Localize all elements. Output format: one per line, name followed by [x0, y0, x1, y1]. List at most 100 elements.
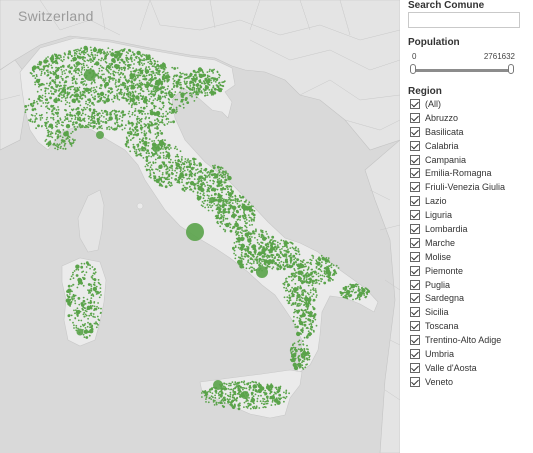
comune-dot[interactable]: [243, 401, 246, 404]
comune-dot[interactable]: [251, 244, 257, 249]
comune-dot[interactable]: [125, 54, 128, 57]
comune-dot[interactable]: [211, 209, 214, 212]
comune-dot[interactable]: [242, 230, 245, 233]
comune-dot[interactable]: [148, 129, 152, 133]
comune-dot[interactable]: [101, 127, 103, 130]
comune-dot[interactable]: [88, 91, 91, 94]
comune-dot[interactable]: [144, 125, 146, 128]
comune-dot[interactable]: [300, 303, 302, 305]
comune-dot[interactable]: [158, 175, 161, 178]
comune-dot[interactable]: [77, 114, 80, 117]
comune-dot[interactable]: [156, 86, 159, 88]
comune-dot[interactable]: [201, 68, 203, 71]
comune-dot[interactable]: [201, 91, 204, 94]
comune-dot[interactable]: [267, 400, 269, 403]
comune-dot[interactable]: [46, 82, 48, 85]
comune-dot[interactable]: [300, 277, 302, 280]
comune-dot[interactable]: [179, 75, 182, 79]
comune-dot[interactable]: [162, 148, 164, 150]
comune-dot[interactable]: [92, 47, 98, 53]
comune-dot[interactable]: [238, 243, 241, 246]
comune-dot[interactable]: [299, 260, 302, 262]
comune-dot[interactable]: [57, 90, 60, 92]
comune-dot[interactable]: [49, 83, 52, 85]
comune-dot[interactable]: [299, 286, 302, 290]
comune-dot[interactable]: [154, 76, 157, 80]
comune-dot[interactable]: [82, 313, 85, 316]
comune-dot[interactable]: [224, 386, 227, 389]
comune-dot[interactable]: [241, 251, 243, 254]
comune-dot[interactable]: [201, 201, 204, 203]
comune-dot[interactable]: [271, 256, 274, 259]
comune-dot[interactable]: [158, 70, 160, 73]
comune-dot[interactable]: [214, 394, 217, 397]
comune-dot[interactable]: [79, 310, 82, 313]
comune-dot[interactable]: [36, 102, 39, 105]
comune-dot[interactable]: [150, 164, 153, 167]
comune-dot[interactable]: [107, 96, 109, 98]
comune-dot[interactable]: [146, 168, 149, 171]
comune-dot[interactable]: [121, 52, 123, 55]
comune-dot[interactable]: [239, 219, 242, 221]
comune-dot[interactable]: [215, 401, 218, 404]
comune-dot[interactable]: [161, 85, 164, 88]
comune-dot[interactable]: [226, 223, 229, 226]
comune-dot[interactable]: [180, 73, 183, 75]
comune-dot[interactable]: [138, 138, 141, 141]
comune-dot[interactable]: [75, 53, 78, 55]
comune-dot[interactable]: [354, 291, 356, 294]
comune-dot[interactable]: [304, 290, 307, 293]
comune-dot[interactable]: [249, 385, 251, 387]
comune-dot[interactable]: [82, 64, 85, 67]
comune-dot[interactable]: [24, 109, 27, 111]
comune-dot[interactable]: [310, 328, 313, 331]
comune-dot[interactable]: [303, 323, 307, 327]
comune-dot[interactable]: [113, 74, 115, 77]
region-item[interactable]: Piemonte: [410, 264, 505, 278]
comune-dot[interactable]: [285, 256, 288, 258]
comune-dot[interactable]: [202, 202, 205, 205]
comune-dot[interactable]: [278, 388, 280, 391]
comune-dot[interactable]: [75, 121, 78, 125]
comune-dot[interactable]: [195, 96, 198, 99]
comune-dot[interactable]: [93, 91, 96, 94]
comune-dot[interactable]: [207, 171, 210, 173]
comune-dot[interactable]: [228, 400, 230, 403]
comune-dot[interactable]: [232, 211, 235, 214]
comune-dot[interactable]: [200, 392, 203, 394]
comune-dot[interactable]: [166, 123, 169, 125]
comune-dot[interactable]: [60, 56, 62, 59]
comune-dot[interactable]: [321, 261, 323, 264]
comune-dot[interactable]: [207, 401, 210, 404]
comune-dot[interactable]: [151, 65, 154, 68]
comune-dot[interactable]: [139, 54, 142, 56]
comune-dot[interactable]: [245, 205, 248, 208]
comune-dot[interactable]: [58, 57, 60, 60]
comune-dot[interactable]: [288, 392, 290, 395]
comune-dot[interactable]: [141, 69, 144, 72]
comune-dot[interactable]: [93, 308, 96, 311]
comune-dot[interactable]: [141, 95, 144, 98]
comune-dot[interactable]: [176, 98, 179, 101]
comune-dot[interactable]: [56, 148, 59, 151]
comune-dot[interactable]: [186, 178, 189, 180]
comune-dot[interactable]: [97, 72, 100, 75]
comune-dot[interactable]: [239, 196, 242, 199]
comune-dot[interactable]: [240, 199, 243, 202]
comune-dot[interactable]: [320, 264, 323, 266]
comune-dot[interactable]: [135, 154, 138, 157]
comune-dot[interactable]: [206, 71, 209, 73]
comune-dot[interactable]: [187, 158, 190, 161]
comune-dot[interactable]: [235, 223, 238, 226]
comune-dot[interactable]: [94, 54, 97, 56]
comune-dot[interactable]: [212, 401, 215, 403]
comune-dot[interactable]: [287, 302, 290, 305]
comune-dot[interactable]: [224, 188, 227, 190]
comune-dot[interactable]: [38, 78, 41, 81]
comune-dot[interactable]: [204, 169, 207, 172]
comune-dot[interactable]: [122, 48, 125, 52]
comune-dot[interactable]: [163, 80, 166, 83]
comune-dot[interactable]: [236, 210, 240, 214]
comune-dot[interactable]: [193, 161, 196, 163]
comune-dot[interactable]: [56, 55, 59, 58]
